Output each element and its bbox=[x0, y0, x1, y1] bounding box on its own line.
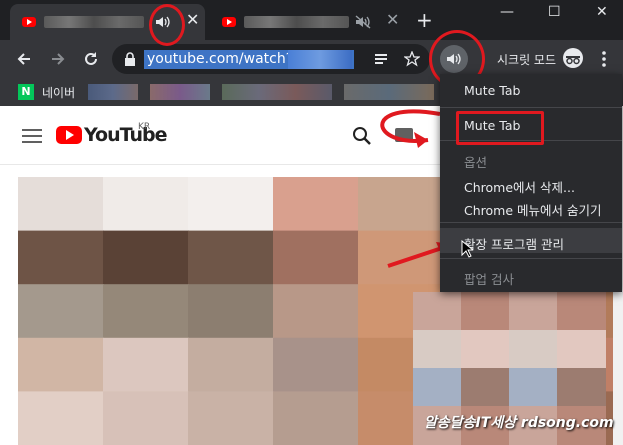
watermark: 알송달송IT세상 rdsong.com bbox=[424, 415, 614, 431]
menu-item-hide-in-menu[interactable]: Chrome 메뉴에서 숨기기 bbox=[464, 200, 601, 219]
menu-item-remove-from-chrome[interactable]: Chrome에서 삭제... bbox=[464, 177, 575, 196]
annotation-circle-tab-speaker bbox=[149, 4, 185, 46]
menu-separator bbox=[440, 258, 622, 259]
menu-item-options[interactable]: 옵션 bbox=[464, 152, 487, 171]
menu-item-inspect-popup[interactable]: 팝업 검사 bbox=[464, 269, 514, 288]
extension-context-menu: Mute Tab Mute Tab 옵션 Chrome에서 삭제... Chro… bbox=[440, 74, 622, 292]
annotation-box-mute-tab bbox=[456, 111, 544, 145]
menu-item-manage-extensions[interactable]: 확장 프로그램 관리 bbox=[464, 234, 564, 253]
menu-separator bbox=[440, 107, 622, 108]
menu-item-mute-tab-title[interactable]: Mute Tab bbox=[464, 83, 520, 98]
mouse-cursor-icon bbox=[461, 240, 473, 258]
menu-separator bbox=[440, 222, 622, 223]
